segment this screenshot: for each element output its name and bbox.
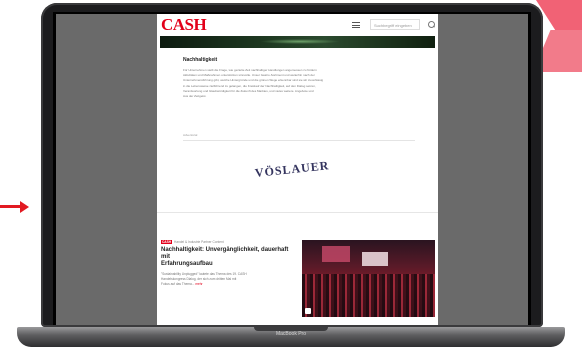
article-line: Für Unternehmen stellt die Frage, wie ge… [183,68,317,72]
article-body: Für Unternehmen stellt die Frage, wie ge… [183,68,415,98]
article-section: Nachhaltigkeit Für Unternehmen stellt di… [183,57,415,99]
article-line: Aus der Zeitgeist. [183,94,207,99]
article-title: Nachhaltigkeit [183,57,218,63]
teaser-line: Fokus auf das Thema... mehr [161,281,203,286]
read-more-link[interactable]: mehr [195,282,202,286]
hero-image [160,36,435,48]
teaser-image[interactable] [302,240,435,317]
teaser-kicker: CASH Handel & Industrie Partner Content [161,240,299,244]
ad-label: Advertorial [183,133,198,137]
image-badge-icon [305,308,311,314]
teaser-body: "Sustainability Unplugged" lautete das T… [161,272,299,286]
laptop-model-label: MacBook Pro [275,331,306,337]
search-icon[interactable] [428,21,435,28]
divider [183,140,415,141]
teaser-card[interactable]: CASH Handel & Industrie Partner Content N… [161,240,299,286]
site-header: CASH Suchbegriff eingeben [157,14,438,36]
article-line: Unternehmensführung gibt, welche Hinterg… [183,78,324,83]
article-line: Aktivitäten und Maßnahmen unterstützen s… [183,73,315,78]
search-input[interactable]: Suchbegriff eingeben [370,19,420,30]
website-page: CASH Suchbegriff eingeben Nachhaltigkeit… [157,14,438,325]
article-line: Verantwortung und Glaubwürdigkeit für di… [183,88,314,93]
teaser-title[interactable]: Nachhaltigkeit: Unvergänglichkeit, dauer… [161,247,299,268]
menu-icon[interactable] [352,22,360,28]
article-line: in die Lebensweise zielführend zu gelang… [183,83,316,88]
teaser-title-line: Erfahrungsaufbau [161,261,213,267]
category-tag: CASH [161,240,173,244]
kicker-text: Handel & Industrie Partner Content [174,240,224,244]
divider [157,212,438,213]
teaser-title-line: Nachhaltigkeit: Unvergänglichkeit, dauer… [161,247,289,260]
site-logo[interactable]: CASH [161,15,207,35]
pointer-arrow-icon [0,201,30,213]
brand-logo[interactable]: VÖSLAUER [254,158,330,181]
